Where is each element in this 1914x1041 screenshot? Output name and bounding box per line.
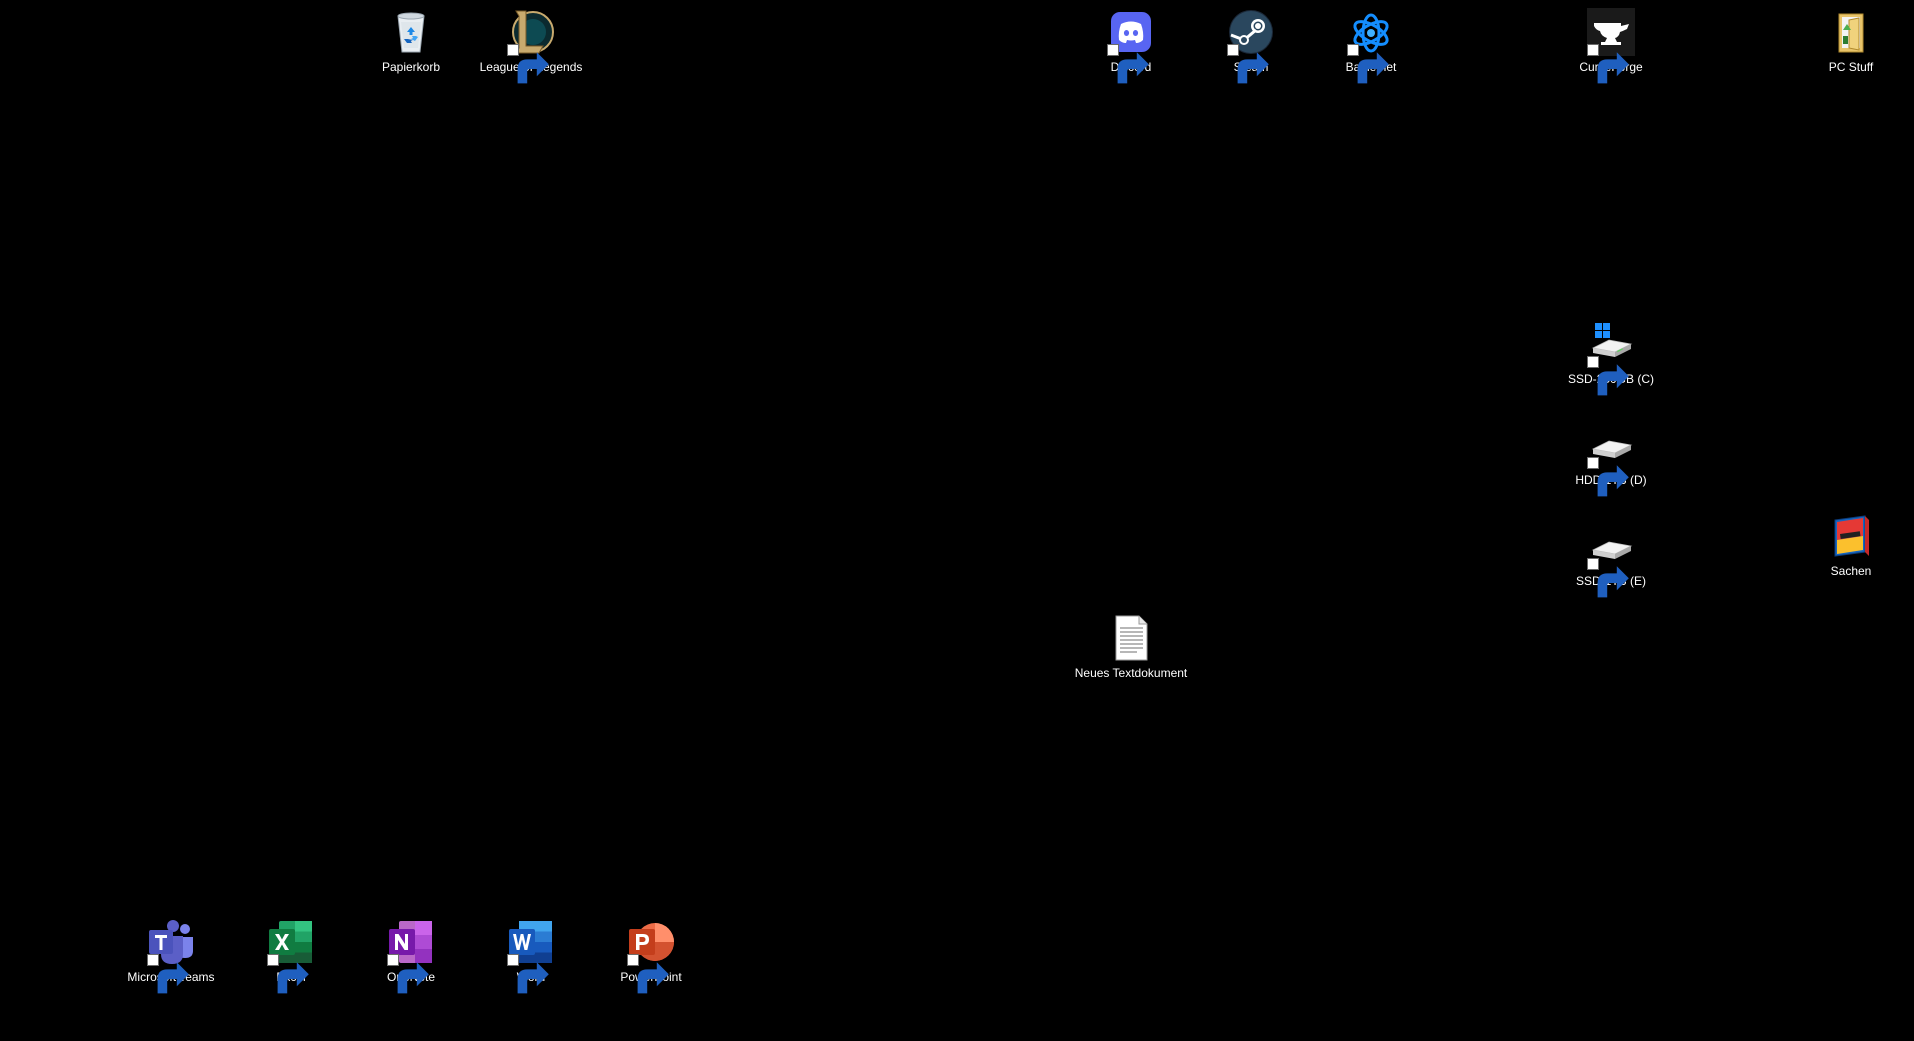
powerpoint-icon <box>627 918 675 966</box>
desktop-icon-label: Neues Textdokument <box>1074 666 1188 680</box>
desktop-icon-label: PC Stuff <box>1828 60 1874 74</box>
shortcut-arrow-icon <box>1347 44 1359 56</box>
desktop-icon-hdd-d[interactable]: HDD 1TB (D) <box>1551 421 1671 497</box>
shortcut-arrow-icon <box>147 954 159 966</box>
drive-icon <box>1587 522 1635 570</box>
desktop-icon-discord[interactable]: Discord <box>1071 8 1191 84</box>
desktop-icon-sachen[interactable]: Sachen <box>1791 512 1911 588</box>
shortcut-arrow-icon <box>1227 44 1239 56</box>
desktop-icon-excel[interactable]: Excel <box>231 918 351 994</box>
desktop-icon-steam[interactable]: Steam <box>1191 8 1311 84</box>
desktop-icon-neues-textdokument[interactable]: Neues Textdokument <box>1071 614 1191 690</box>
discord-icon <box>1107 8 1155 56</box>
desktop-icon-curseforge[interactable]: CurseForge <box>1551 8 1671 84</box>
shortcut-arrow-icon <box>1587 558 1599 570</box>
shortcut-arrow-icon <box>507 954 519 966</box>
recycle-bin-icon <box>387 8 435 56</box>
system-drive-icon <box>1587 320 1635 368</box>
shortcut-arrow-icon <box>1107 44 1119 56</box>
shortcut-arrow-icon <box>1587 44 1599 56</box>
desktop-icon-word[interactable]: Word <box>471 918 591 994</box>
onenote-icon <box>387 918 435 966</box>
book-folder-icon <box>1827 512 1875 560</box>
shortcut-arrow-icon <box>627 954 639 966</box>
excel-icon <box>267 918 315 966</box>
desktop-icon-pc-stuff[interactable]: PC Stuff <box>1791 8 1911 84</box>
steam-icon <box>1227 8 1275 56</box>
desktop-icon-label: Sachen <box>1830 564 1872 578</box>
desktop-icon-ssd-e[interactable]: SSD-1TB (E) <box>1551 522 1671 598</box>
shortcut-arrow-icon <box>1587 356 1599 368</box>
desktop-icon-microsoft-teams[interactable]: Microsoft Teams <box>111 918 231 994</box>
text-document-icon <box>1107 614 1155 662</box>
shortcut-arrow-icon <box>507 44 519 56</box>
desktop-icon-onenote[interactable]: OneNote <box>351 918 471 994</box>
teams-icon <box>147 918 195 966</box>
shortcut-arrow-icon <box>1587 457 1599 469</box>
shortcut-arrow-icon <box>267 954 279 966</box>
desktop-icon-league-of-legends[interactable]: League of Legends <box>471 8 591 84</box>
curseforge-icon <box>1587 8 1635 56</box>
league-of-legends-icon <box>507 8 555 56</box>
desktop-icon-powerpoint[interactable]: PowerPoint <box>591 918 711 994</box>
desktop[interactable]: Papierkorb League of Legends Discord <box>0 0 1914 1041</box>
desktop-icon-battlenet[interactable]: Battle.net <box>1311 8 1431 84</box>
battlenet-icon <box>1347 8 1395 56</box>
word-icon <box>507 918 555 966</box>
desktop-icon-papierkorb[interactable]: Papierkorb <box>351 8 471 84</box>
folder-icon <box>1827 8 1875 56</box>
drive-icon <box>1587 421 1635 469</box>
shortcut-arrow-icon <box>387 954 399 966</box>
desktop-icon-ssd-c[interactable]: SSD-250GB (C) <box>1551 320 1671 396</box>
desktop-icon-label: Papierkorb <box>381 60 441 74</box>
